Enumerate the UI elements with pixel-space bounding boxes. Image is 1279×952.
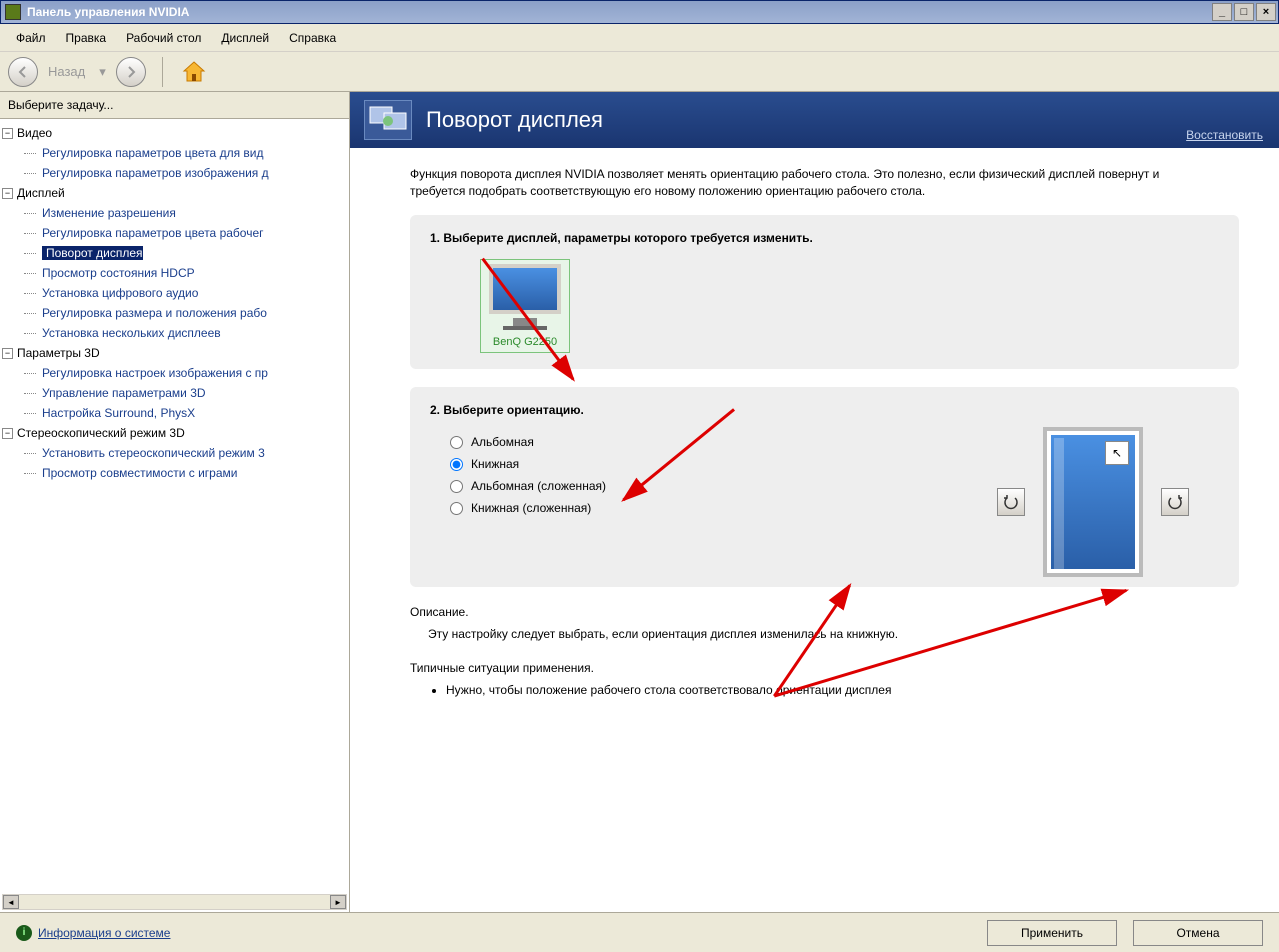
display-selector[interactable]: BenQ G2250 bbox=[480, 259, 570, 353]
tree-item-surround[interactable]: Настройка Surround, PhysX bbox=[2, 403, 347, 423]
orientation-preview: ↖ bbox=[1043, 427, 1143, 577]
system-info-link[interactable]: Информация о системе bbox=[38, 926, 170, 940]
tree-item-3d-preview[interactable]: Регулировка настроек изображения с пр bbox=[2, 363, 347, 383]
window-title: Панель управления NVIDIA bbox=[27, 5, 189, 19]
close-button[interactable]: × bbox=[1256, 3, 1276, 21]
rotate-ccw-icon bbox=[1003, 494, 1019, 510]
menu-bar: Файл Правка Рабочий стол Дисплей Справка bbox=[0, 24, 1279, 52]
cancel-button[interactable]: Отмена bbox=[1133, 920, 1263, 946]
tree-cat-stereo[interactable]: −Стереоскопический режим 3D bbox=[2, 423, 347, 443]
home-icon bbox=[181, 59, 207, 85]
typical-item: Нужно, чтобы положение рабочего стола со… bbox=[446, 683, 1239, 697]
tree-item-game-compat[interactable]: Просмотр совместимости с играми bbox=[2, 463, 347, 483]
arrow-left-icon bbox=[16, 65, 30, 79]
content-header: Поворот дисплея Восстановить bbox=[350, 92, 1279, 148]
menu-edit[interactable]: Правка bbox=[56, 27, 117, 49]
intro-text: Функция поворота дисплея NVIDIA позволяе… bbox=[410, 166, 1239, 200]
menu-file[interactable]: Файл bbox=[6, 27, 56, 49]
tree-item-rotate-display[interactable]: Поворот дисплея bbox=[42, 246, 143, 260]
rotate-display-icon bbox=[364, 100, 412, 140]
minimize-button[interactable]: _ bbox=[1212, 3, 1232, 21]
horizontal-scrollbar[interactable]: ◄ ► bbox=[2, 894, 347, 910]
sidebar-header: Выберите задачу... bbox=[0, 92, 349, 119]
arrow-right-icon bbox=[124, 65, 138, 79]
task-sidebar: Выберите задачу... −Видео Регулировка па… bbox=[0, 92, 350, 912]
tree-item-multi-display[interactable]: Установка нескольких дисплеев bbox=[2, 323, 347, 343]
menu-help[interactable]: Справка bbox=[279, 27, 346, 49]
rotation-preview: ↖ bbox=[997, 427, 1189, 577]
tree-cat-video[interactable]: −Видео bbox=[2, 123, 347, 143]
scroll-left-icon[interactable]: ◄ bbox=[3, 895, 19, 909]
collapse-icon[interactable]: − bbox=[2, 348, 13, 359]
window-titlebar: Панель управления NVIDIA _ □ × bbox=[0, 0, 1279, 24]
collapse-icon[interactable]: − bbox=[2, 128, 13, 139]
step1-title: 1. Выберите дисплей, параметры которого … bbox=[430, 231, 1219, 245]
maximize-button[interactable]: □ bbox=[1234, 3, 1254, 21]
info-icon: i bbox=[16, 925, 32, 941]
page-title: Поворот дисплея bbox=[426, 107, 603, 133]
apply-button[interactable]: Применить bbox=[987, 920, 1117, 946]
menu-desktop[interactable]: Рабочий стол bbox=[116, 27, 211, 49]
content-pane: Поворот дисплея Восстановить Функция пов… bbox=[350, 92, 1279, 912]
step2-title: 2. Выберите ориентацию. bbox=[430, 403, 1219, 417]
task-tree: −Видео Регулировка параметров цвета для … bbox=[0, 119, 349, 912]
step1-panel: 1. Выберите дисплей, параметры которого … bbox=[410, 215, 1239, 369]
description-label: Описание. bbox=[410, 605, 1239, 619]
step2-panel: 2. Выберите ориентацию. Альбомная Книжна… bbox=[410, 387, 1239, 587]
footer-bar: i Информация о системе Применить Отмена bbox=[0, 912, 1279, 952]
tree-item-video-color[interactable]: Регулировка параметров цвета для вид bbox=[2, 143, 347, 163]
monitor-icon bbox=[489, 264, 561, 314]
tree-item-3d-manage[interactable]: Управление параметрами 3D bbox=[2, 383, 347, 403]
back-button[interactable] bbox=[8, 57, 38, 87]
dropdown-icon[interactable]: ▾ bbox=[99, 64, 106, 80]
tree-item-stereo-setup[interactable]: Установить стереоскопический режим 3 bbox=[2, 443, 347, 463]
rotate-cw-icon bbox=[1167, 494, 1183, 510]
menu-display[interactable]: Дисплей bbox=[211, 27, 279, 49]
toolbar: Назад ▾ bbox=[0, 52, 1279, 92]
typical-label: Типичные ситуации применения. bbox=[410, 661, 1239, 675]
tree-item-digital-audio[interactable]: Установка цифрового аудио bbox=[2, 283, 347, 303]
scroll-right-icon[interactable]: ► bbox=[330, 895, 346, 909]
rotate-cw-button[interactable] bbox=[1161, 488, 1189, 516]
tree-item-desktop-color[interactable]: Регулировка параметров цвета рабочег bbox=[2, 223, 347, 243]
tree-item-hdcp[interactable]: Просмотр состояния HDCP bbox=[2, 263, 347, 283]
home-button[interactable] bbox=[179, 57, 209, 87]
separator bbox=[162, 57, 163, 87]
tree-item-video-image[interactable]: Регулировка параметров изображения д bbox=[2, 163, 347, 183]
flip-icon: ↖ bbox=[1105, 441, 1129, 465]
description-text: Эту настройку следует выбрать, если орие… bbox=[428, 627, 1239, 641]
rotate-ccw-button[interactable] bbox=[997, 488, 1025, 516]
back-label: Назад bbox=[48, 64, 85, 79]
tree-item-resolution[interactable]: Изменение разрешения bbox=[2, 203, 347, 223]
tree-cat-display[interactable]: −Дисплей bbox=[2, 183, 347, 203]
collapse-icon[interactable]: − bbox=[2, 188, 13, 199]
collapse-icon[interactable]: − bbox=[2, 428, 13, 439]
app-icon bbox=[5, 4, 21, 20]
forward-button[interactable] bbox=[116, 57, 146, 87]
tree-item-size-position[interactable]: Регулировка размера и положения рабо bbox=[2, 303, 347, 323]
tree-cat-3d[interactable]: −Параметры 3D bbox=[2, 343, 347, 363]
monitor-name: BenQ G2250 bbox=[485, 336, 565, 348]
restore-defaults-link[interactable]: Восстановить bbox=[1186, 128, 1263, 142]
